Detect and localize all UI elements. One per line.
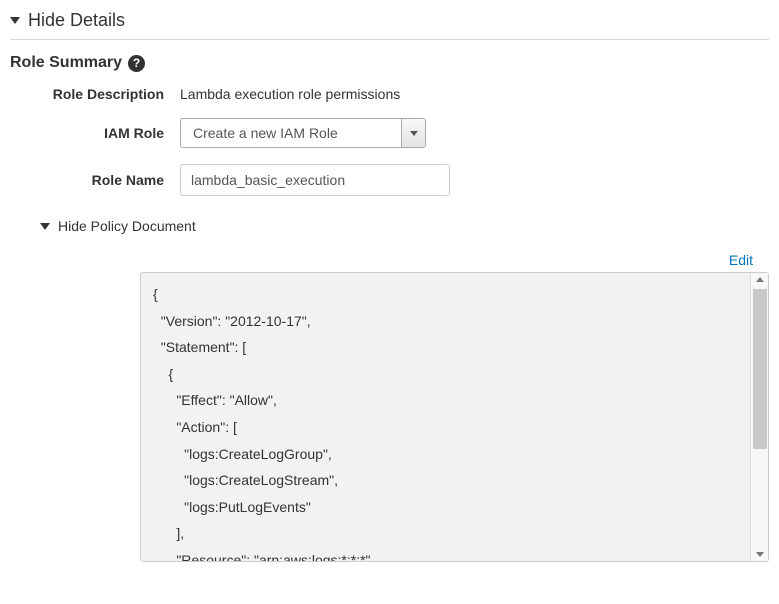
iam-role-label: IAM Role	[10, 125, 180, 141]
role-description-row: Role Description Lambda execution role p…	[10, 86, 769, 102]
scroll-down-icon[interactable]	[756, 552, 764, 557]
role-name-input[interactable]	[180, 164, 450, 196]
caret-down-icon	[10, 17, 20, 24]
iam-role-select[interactable]: Create a new IAM Role	[180, 118, 426, 148]
select-dropdown-button[interactable]	[401, 119, 425, 147]
role-summary-header: Role Summary ?	[10, 54, 769, 72]
role-name-row: Role Name	[10, 164, 769, 196]
role-description-label: Role Description	[10, 86, 180, 102]
scroll-thumb[interactable]	[753, 289, 767, 449]
policy-document-code[interactable]: { "Version": "2012-10-17", "Statement": …	[140, 272, 769, 562]
role-summary-title: Role Summary	[10, 54, 122, 72]
scroll-up-icon[interactable]	[756, 277, 764, 282]
help-icon[interactable]: ?	[128, 55, 145, 72]
caret-down-icon	[40, 223, 50, 230]
hide-details-toggle[interactable]: Hide Details	[10, 6, 769, 40]
hide-policy-toggle[interactable]: Hide Policy Document	[40, 218, 196, 234]
role-name-label: Role Name	[10, 172, 180, 188]
chevron-down-icon	[410, 131, 418, 136]
scrollbar[interactable]	[750, 273, 768, 561]
iam-role-row: IAM Role Create a new IAM Role	[10, 118, 769, 148]
edit-row: Edit	[10, 252, 769, 268]
iam-role-selected: Create a new IAM Role	[181, 119, 401, 147]
section-title: Hide Details	[28, 10, 125, 31]
role-description-value: Lambda execution role permissions	[180, 86, 769, 102]
policy-document-container: { "Version": "2012-10-17", "Statement": …	[140, 272, 769, 562]
edit-link[interactable]: Edit	[729, 252, 753, 268]
policy-toggle-label: Hide Policy Document	[58, 218, 196, 234]
